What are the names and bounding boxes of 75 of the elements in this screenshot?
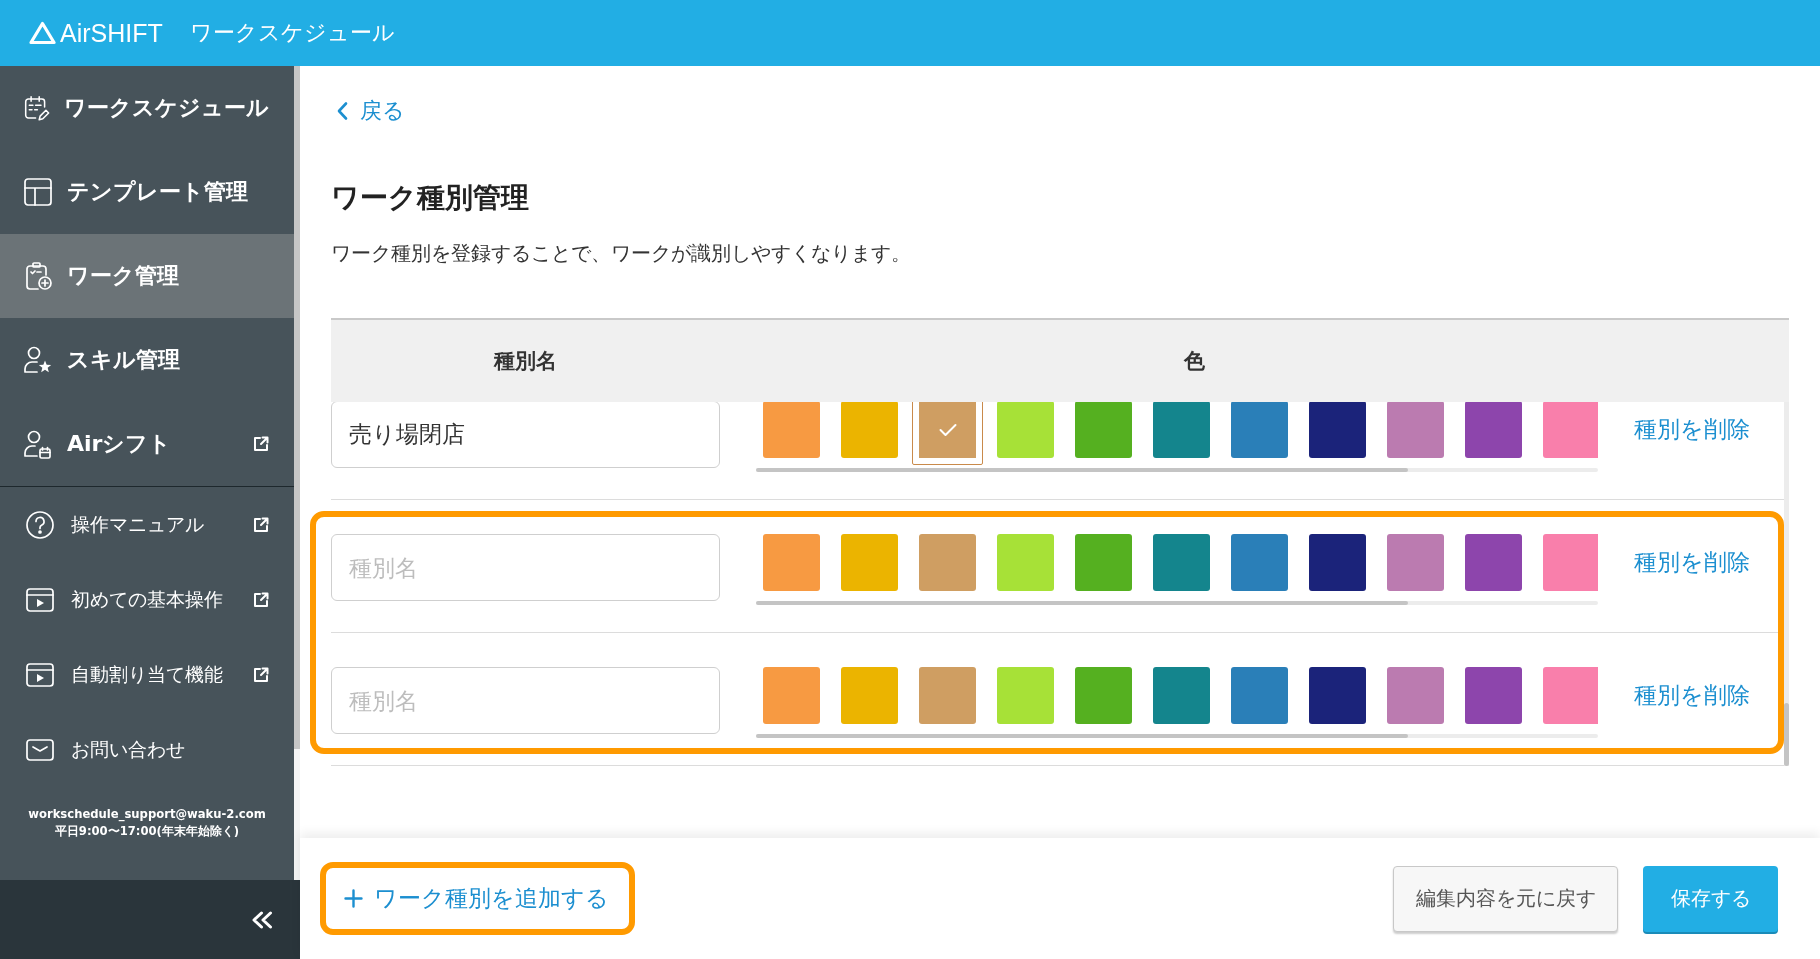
swatch-icon[interactable]: [1153, 534, 1210, 591]
swatch-icon[interactable]: [1075, 667, 1132, 724]
swatch-icon[interactable]: [763, 534, 820, 591]
swatch-icon[interactable]: [997, 667, 1054, 724]
column-header: 色: [1182, 348, 1206, 375]
swatch-icon[interactable]: [1465, 667, 1522, 724]
swatch-icon[interactable]: [997, 402, 1054, 458]
scrollbar[interactable]: [756, 601, 1598, 605]
swatch-icon[interactable]: [1153, 402, 1210, 458]
swatch-icon[interactable]: [1075, 402, 1132, 458]
logo-text: AirSHIFT: [60, 18, 163, 48]
support-email: workschedule_support@waku-2.com: [28, 806, 266, 823]
swatch-icon[interactable]: [1465, 534, 1522, 591]
swatch-icon[interactable]: [919, 534, 976, 591]
swatch-icon[interactable]: [919, 667, 976, 724]
check-icon: [938, 422, 957, 437]
nav-item[interactable]: ワーク管理: [0, 234, 294, 318]
delete-link[interactable]: 種別を削除: [1634, 660, 1750, 731]
nav-item[interactable]: ワークスケジュール: [0, 66, 294, 150]
scrollbar[interactable]: [1784, 402, 1789, 766]
swatch-icon[interactable]: [1387, 402, 1444, 458]
swatch-icon[interactable]: [1387, 534, 1444, 591]
swatch-icon[interactable]: [1231, 402, 1288, 458]
nav-item[interactable]: Airシフト: [0, 402, 294, 486]
revert-button[interactable]: 編集内容を元に戻す: [1393, 865, 1618, 932]
swatch-icon[interactable]: [841, 402, 898, 458]
swatch-icon[interactable]: [1309, 667, 1366, 724]
swatch-icon[interactable]: [841, 534, 898, 591]
scrollbar[interactable]: [294, 66, 300, 880]
swatch-icon[interactable]: [1543, 667, 1598, 724]
swatch-icon[interactable]: [997, 534, 1054, 591]
swatch-icon[interactable]: [1543, 534, 1598, 591]
person-calendar-icon: [23, 429, 53, 459]
page-title: ワーク種別管理: [331, 180, 530, 216]
column-header: 種別名: [492, 348, 558, 375]
swatch-icon[interactable]: [1465, 402, 1522, 458]
swatch-icon[interactable]: [1309, 534, 1366, 591]
support-hours: 平日9:00〜17:00(年末年始除く): [54, 823, 240, 840]
clipboard-plus-icon: [23, 261, 53, 291]
logo-icon: [29, 21, 56, 45]
swatch-icon[interactable]: [1543, 402, 1598, 458]
swatch-icon[interactable]: [1153, 667, 1210, 724]
swatch-icon[interactable]: [1309, 402, 1366, 458]
person-star-icon: [23, 345, 53, 375]
help-menu-item[interactable]: 操作マニュアル: [0, 487, 294, 562]
swatch-icon[interactable]: [1231, 667, 1288, 724]
delete-link[interactable]: 種別を削除: [1634, 527, 1750, 598]
scrollbar[interactable]: [756, 734, 1598, 738]
help-menu-item[interactable]: 初めての基本操作: [0, 562, 294, 637]
collapse-icon[interactable]: [251, 910, 273, 929]
help-menu-item[interactable]: お問い合わせ: [0, 712, 294, 787]
swatch-icon[interactable]: [841, 667, 898, 724]
chevron-left-icon: [336, 101, 348, 121]
swatch-icon[interactable]: [912, 402, 983, 465]
input-field[interactable]: 種別名: [331, 667, 720, 734]
back-link[interactable]: 戻る: [331, 96, 405, 126]
swatch-icon[interactable]: [1387, 667, 1444, 724]
swatch-icon[interactable]: [1231, 534, 1288, 591]
nav-item[interactable]: スキル管理: [0, 318, 294, 402]
input-field[interactable]: 売り場閉店: [331, 402, 720, 468]
help-menu-item[interactable]: 自動割り当て機能: [0, 637, 294, 712]
layout-icon: [23, 177, 53, 207]
swatch-icon[interactable]: [763, 667, 820, 724]
scrollbar[interactable]: [756, 468, 1598, 472]
nav-item[interactable]: テンプレート管理: [0, 150, 294, 234]
page-description: ワーク種別を登録することで、ワークが識別しやすくなります。: [331, 241, 912, 267]
delete-link[interactable]: 種別を削除: [1634, 402, 1750, 465]
add-type-button[interactable]: ワーク種別を追加する: [320, 862, 635, 935]
calendar-pencil-icon: [23, 93, 50, 123]
input-field[interactable]: 種別名: [331, 534, 720, 601]
swatch-icon[interactable]: [1075, 534, 1132, 591]
swatch-icon[interactable]: [763, 402, 820, 458]
plus-icon: [344, 889, 363, 908]
app-title: ワークスケジュール: [189, 19, 395, 47]
help-icon: [25, 509, 55, 540]
